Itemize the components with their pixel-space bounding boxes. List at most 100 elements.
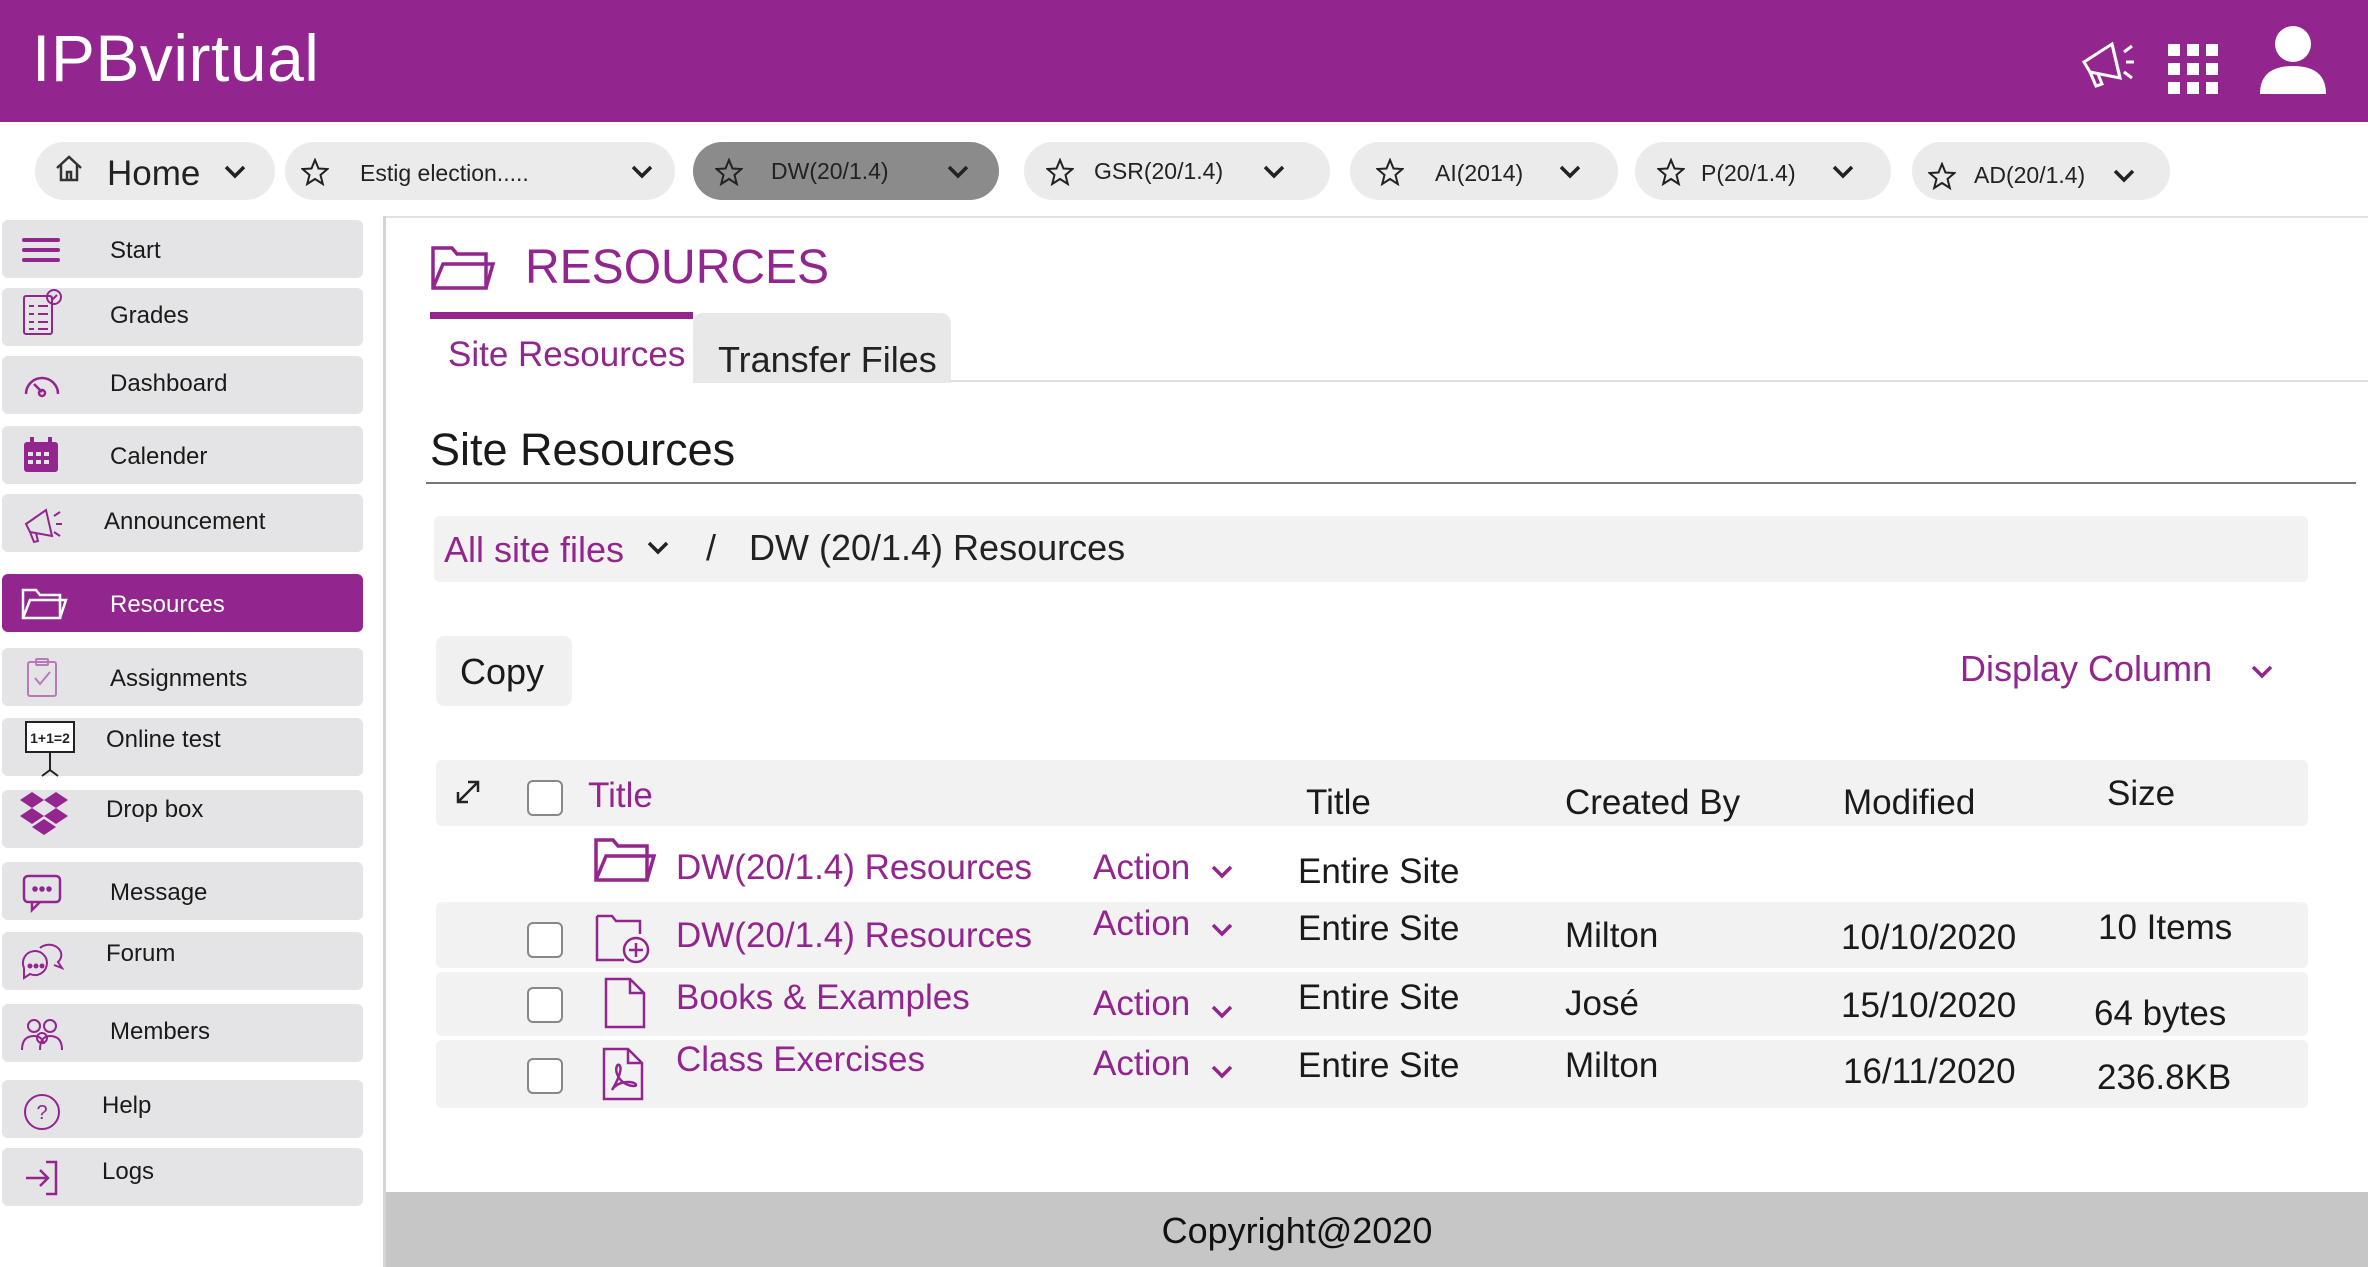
tab-ai[interactable]: AI(2014) <box>1350 142 1618 200</box>
sidebar-item-label: Resources <box>110 591 225 618</box>
resource-name-link[interactable]: Books & Examples <box>676 978 970 1018</box>
online-test-icon: 1+1=2 <box>24 720 75 777</box>
tab-gsr[interactable]: GSR(20/1.4) <box>1024 142 1330 200</box>
sidebar-item-start[interactable]: Start <box>2 220 363 278</box>
chevron-down-icon[interactable] <box>1210 1004 1234 1020</box>
chevron-down-icon <box>223 164 247 180</box>
tab-site-resources[interactable]: Site Resources <box>430 312 693 389</box>
resource-name-link[interactable]: Class Exercises <box>676 1040 925 1080</box>
resource-name-link[interactable]: DW(20/1.4) Resources <box>676 848 1032 888</box>
expand-icon[interactable] <box>454 778 482 806</box>
user-icon[interactable] <box>2258 24 2328 96</box>
assignment-icon <box>20 656 64 700</box>
tab-transfer-files[interactable]: Transfer Files <box>693 313 951 383</box>
breadcrumb-root-dropdown[interactable]: All site files <box>444 529 624 571</box>
tab-dw[interactable]: DW(20/1.4) <box>693 142 999 200</box>
menu-icon <box>20 228 64 272</box>
row-checkbox[interactable] <box>527 922 563 958</box>
folder-icon <box>430 240 496 296</box>
calendar-icon <box>20 434 64 478</box>
sidebar-item-resources[interactable]: Resources <box>2 574 363 632</box>
star-icon <box>1046 158 1074 186</box>
svg-text:?: ? <box>36 1102 47 1124</box>
members-icon <box>20 1012 64 1056</box>
tab-ad[interactable]: AD(20/1.4) <box>1912 142 2170 200</box>
top-header: IPBvirtual <box>0 0 2368 122</box>
grades-icon <box>20 288 64 335</box>
column-header-size[interactable]: Size <box>2107 774 2175 814</box>
breadcrumb: All site files / DW (20/1.4) Resources <box>434 516 2308 582</box>
megaphone-icon[interactable] <box>2076 32 2138 94</box>
access-cell: Entire Site <box>1298 978 1460 1017</box>
modified-cell: 10/10/2020 <box>1841 918 2017 957</box>
sidebar-item-logs[interactable]: Logs <box>2 1148 363 1206</box>
row-checkbox[interactable] <box>527 1058 563 1094</box>
footer: Copyright@2020 <box>386 1192 2368 1267</box>
sidebar-item-assignments[interactable]: Assignments <box>2 648 363 706</box>
sidebar-item-announcement[interactable]: Announcement <box>2 494 363 552</box>
sidebar-item-label: Assignments <box>110 665 248 692</box>
row-checkbox[interactable] <box>527 987 563 1023</box>
star-icon <box>1928 162 1956 190</box>
apps-grid-icon[interactable] <box>2168 44 2218 94</box>
star-icon <box>301 158 329 186</box>
star-icon <box>1657 158 1685 186</box>
chevron-down-icon[interactable] <box>646 540 670 556</box>
sidebar-item-label: Logs <box>102 1158 155 1185</box>
display-column-dropdown[interactable]: Display Column <box>1960 648 2212 690</box>
tab-home[interactable]: Home <box>35 142 275 200</box>
app-title[interactable]: IPBvirtual <box>32 20 319 96</box>
megaphone-icon <box>20 502 64 546</box>
action-dropdown[interactable]: Action <box>1093 848 1190 888</box>
divider <box>426 482 2356 484</box>
page-title: RESOURCES <box>525 241 830 294</box>
sidebar-item-grades[interactable]: Grades <box>2 288 363 346</box>
column-header-modified[interactable]: Modified <box>1843 783 1975 823</box>
resource-name-link[interactable]: DW(20/1.4) Resources <box>676 916 1032 956</box>
tab-label: Transfer Files <box>718 339 937 380</box>
action-dropdown[interactable]: Action <box>1093 904 1190 944</box>
size-cell: 236.8KB <box>2097 1058 2232 1097</box>
tab-label: AI(2014) <box>1435 160 1524 186</box>
sidebar-item-help[interactable]: ? Help <box>2 1080 363 1138</box>
created-by-cell: Milton <box>1565 916 1659 955</box>
sidebar-item-drop-box[interactable]: Drop box <box>2 790 363 848</box>
folder-open-icon <box>593 834 657 888</box>
sidebar-item-label: Online test <box>106 726 221 753</box>
star-icon <box>715 158 743 186</box>
forum-icon <box>20 940 64 984</box>
tab-label: P(20/1.4) <box>1701 160 1796 186</box>
sidebar-item-online-test[interactable]: 1+1=2 Online test <box>2 718 363 777</box>
breadcrumb-separator: / <box>706 527 717 568</box>
tab-label: Home <box>107 154 201 193</box>
sidebar-item-forum[interactable]: Forum <box>2 932 363 990</box>
action-dropdown[interactable]: Action <box>1093 1044 1190 1084</box>
action-dropdown[interactable]: Action <box>1093 984 1190 1024</box>
copy-button[interactable]: Copy <box>436 636 572 706</box>
tab-label: DW(20/1.4) <box>771 158 889 184</box>
tab-label: Site Resources <box>448 335 686 374</box>
chevron-down-icon[interactable] <box>1210 864 1234 880</box>
tab-p[interactable]: P(20/1.4) <box>1635 142 1891 200</box>
select-all-checkbox[interactable] <box>527 780 563 816</box>
sidebar-item-message[interactable]: Message <box>2 862 363 920</box>
chevron-down-icon[interactable] <box>2250 664 2274 680</box>
sidebar-item-label: Calender <box>110 443 208 470</box>
chevron-down-icon[interactable] <box>1210 922 1234 938</box>
sidebar-item-label: Help <box>102 1092 152 1119</box>
column-header-title[interactable]: Title <box>1306 783 1371 823</box>
chevron-down-icon[interactable] <box>1210 1064 1234 1080</box>
sidebar-item-label: Start <box>110 237 161 264</box>
sidebar-item-calendar[interactable]: Calender <box>2 426 363 484</box>
course-tab-bar: Home Estig election..... DW(20/1.4) GSR(… <box>0 122 2368 218</box>
sidebar-item-members[interactable]: Members <box>2 1004 363 1062</box>
column-header-created-by[interactable]: Created By <box>1565 783 1740 823</box>
chevron-down-icon <box>1558 164 1582 180</box>
tab-label: GSR(20/1.4) <box>1094 158 1224 184</box>
tab-estig-election[interactable]: Estig election..... <box>285 142 675 200</box>
column-header-title-sort[interactable]: Title <box>588 776 653 816</box>
sidebar-item-dashboard[interactable]: Dashboard <box>2 356 363 414</box>
breadcrumb-current: DW (20/1.4) Resources <box>749 527 1126 568</box>
home-icon <box>53 152 85 184</box>
sidebar-item-label: Message <box>110 879 208 906</box>
